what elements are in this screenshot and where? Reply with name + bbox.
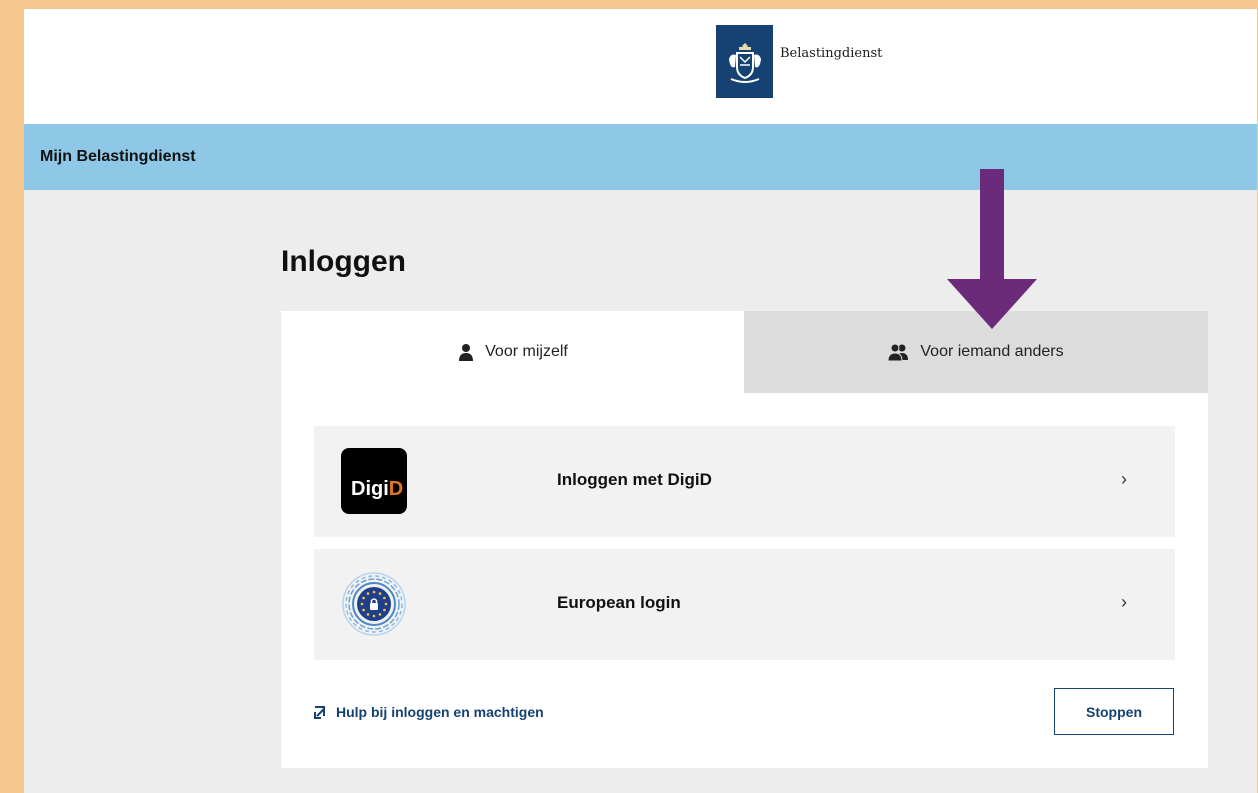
help-link-label: Hulp bij inloggen en machtigen <box>336 704 544 720</box>
digid-login-label: Inloggen met DigiD <box>557 470 712 489</box>
page-title: Inloggen <box>281 245 406 278</box>
help-link[interactable]: Hulp bij inloggen en machtigen <box>314 704 544 720</box>
digid-logo: DigiD <box>341 448 407 514</box>
app-title[interactable]: Mijn Belastingdienst <box>40 148 196 166</box>
european-login-label: European login <box>557 593 681 612</box>
digid-logo-d: D <box>388 478 404 500</box>
chevron-right-icon: › <box>1121 592 1127 612</box>
app-header-bar: Mijn Belastingdienst <box>24 124 1257 190</box>
external-link-icon <box>314 705 328 719</box>
people-icon <box>888 343 910 361</box>
coat-of-arms-logo[interactable] <box>716 25 773 98</box>
top-header: Belastingdienst <box>24 9 1257 124</box>
login-card: Voor mijzelf Voor iemand anders DigiD In… <box>281 311 1208 768</box>
digid-login-option[interactable]: DigiD Inloggen met DigiD › <box>314 426 1175 537</box>
tab-label: Voor mijzelf <box>485 343 568 360</box>
chevron-right-icon: › <box>1121 469 1127 489</box>
page: Belastingdienst Mijn Belastingdienst Inl… <box>24 9 1257 793</box>
tab-label: Voor iemand anders <box>920 343 1064 360</box>
eidas-logo <box>341 571 407 637</box>
person-icon <box>457 343 475 361</box>
tab-voor-mijzelf[interactable]: Voor mijzelf <box>281 311 744 393</box>
european-login-option[interactable]: European login › <box>314 549 1175 660</box>
brand-name: Belastingdienst <box>780 46 883 61</box>
digid-logo-text: Digi <box>351 478 389 500</box>
stop-button[interactable]: Stoppen <box>1054 688 1174 735</box>
annotation-arrow <box>947 169 1037 336</box>
